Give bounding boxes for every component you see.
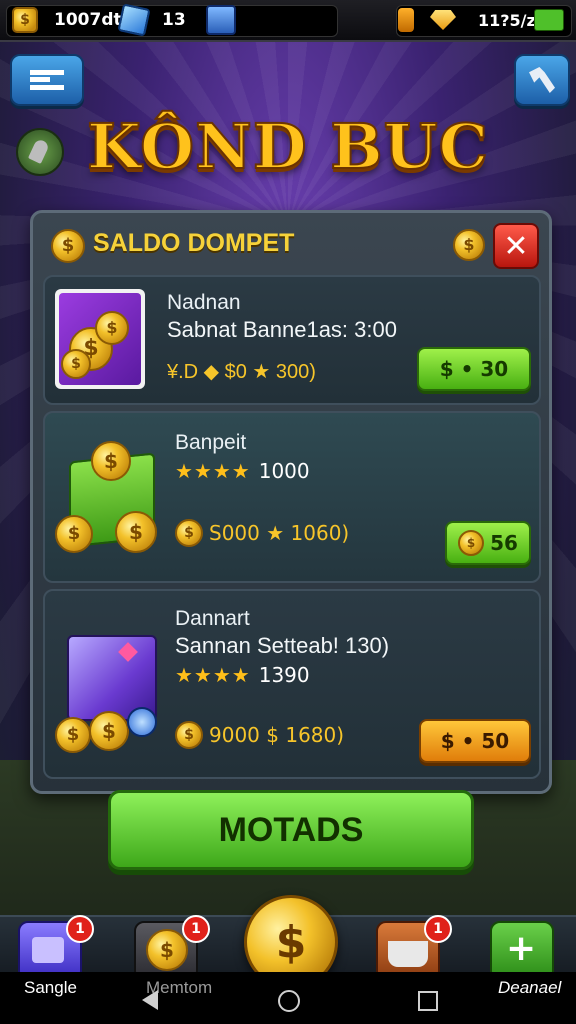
- item-description: Sannan Setteab! 130): [175, 633, 390, 658]
- resource-bar: $ 1007dt 13 11?5/z: [0, 0, 576, 42]
- menu-button[interactable]: [10, 54, 84, 106]
- item-price-detail: $ 9000 $ 1680): [175, 721, 344, 749]
- bottom-nav-bar: 1 $ 1 $ 1 +: [0, 895, 576, 989]
- plus-icon: +: [506, 928, 537, 969]
- coin-badge-icon: $: [146, 929, 188, 971]
- notification-badge: 1: [182, 915, 210, 943]
- main-action-button[interactable]: MOTADS: [108, 790, 474, 870]
- home-circle-icon[interactable]: [278, 990, 300, 1012]
- buy-button-label: $ • 30: [439, 357, 509, 381]
- shop-item-card[interactable]: $ $ Dannart Sannan Setteab! 130) ★★★★ 13…: [43, 589, 541, 779]
- recent-square-icon[interactable]: [418, 991, 438, 1011]
- menu-icon: [30, 70, 64, 90]
- dollar-coin-icon: $: [275, 916, 307, 968]
- coin-icon: $: [458, 530, 485, 556]
- gold-stack-icon: $: [12, 6, 38, 34]
- item-price-detail: ¥.D ◆ $0 ★ 300): [167, 361, 316, 383]
- system-nav-bar: Sangle Memtom Deanael: [0, 972, 576, 1024]
- main-action-label: MOTADS: [218, 810, 364, 849]
- back-triangle-icon[interactable]: [142, 990, 158, 1010]
- item-name: Banpeit: [175, 431, 247, 454]
- item-description: Sabnat Banne1as: 3:00: [167, 317, 397, 342]
- box-icon: [32, 937, 64, 963]
- coin-icon: $: [51, 229, 85, 263]
- nav-label-left: Sangle: [24, 978, 77, 997]
- item-name: Dannart: [175, 607, 250, 630]
- close-button[interactable]: ✕: [493, 223, 539, 269]
- buy-button-label: 56: [490, 531, 518, 555]
- diamond-icon: [430, 6, 456, 34]
- game-title: KÔND BUC: [86, 109, 490, 184]
- coin-icon: $: [175, 519, 203, 547]
- item-rating: ★★★★ 1000: [175, 459, 310, 483]
- coin-icon: $: [453, 229, 485, 261]
- wallet-panel-header: $ SALDO DOMPET $ ✕: [33, 213, 549, 275]
- nav-label-right: Deanael: [498, 978, 562, 997]
- tools-bucket-icon: [388, 941, 428, 967]
- buy-button[interactable]: $ • 50: [419, 719, 531, 763]
- shop-item-card[interactable]: $ $ $ Nadnan Sabnat Banne1as: 3:00 ¥.D ◆…: [43, 275, 541, 405]
- green-chest-image: $ $ $: [55, 431, 165, 561]
- item-rating: ★★★★ 1390: [175, 663, 310, 687]
- buy-button-label: $ • 50: [440, 729, 510, 753]
- currency-gems-value: 13: [162, 10, 186, 30]
- coin-pile-image: $ $ $: [55, 289, 145, 389]
- star-rating-icon: ★★★★: [175, 663, 251, 687]
- notification-badge: 1: [424, 915, 452, 943]
- settings-button[interactable]: [514, 54, 570, 106]
- currency-coins-value: 1007dt: [54, 10, 122, 30]
- battery-icon: [534, 6, 564, 34]
- blue-gem-icon: [117, 3, 151, 37]
- shop-item-card[interactable]: $ $ $ Banpeit ★★★★ 1000 $ S000 ★ 1060) $…: [43, 411, 541, 583]
- hammer-icon: [529, 67, 555, 93]
- wallet-panel-title: SALDO DOMPET: [93, 229, 295, 257]
- currency-premium-value: 11?5/z: [478, 10, 536, 30]
- rating-value: 1000: [258, 459, 310, 483]
- coin-icon: $: [175, 721, 203, 749]
- wallet-panel: $ SALDO DOMPET $ ✕ $ $ $ Nadnan Sabnat B…: [30, 210, 552, 794]
- buy-button[interactable]: $ • 30: [417, 347, 531, 391]
- rating-value: 1390: [258, 663, 310, 687]
- orange-token-icon: [398, 6, 414, 34]
- chest-icon: [206, 5, 236, 35]
- close-icon: ✕: [503, 228, 529, 264]
- notification-badge: 1: [66, 915, 94, 943]
- buy-button[interactable]: $ 56: [445, 521, 531, 565]
- mystery-box-image: $ $: [55, 621, 165, 761]
- item-price-detail: $ S000 ★ 1060): [175, 519, 349, 547]
- item-name: Nadnan: [167, 291, 241, 314]
- star-rating-icon: ★★★★: [175, 459, 251, 483]
